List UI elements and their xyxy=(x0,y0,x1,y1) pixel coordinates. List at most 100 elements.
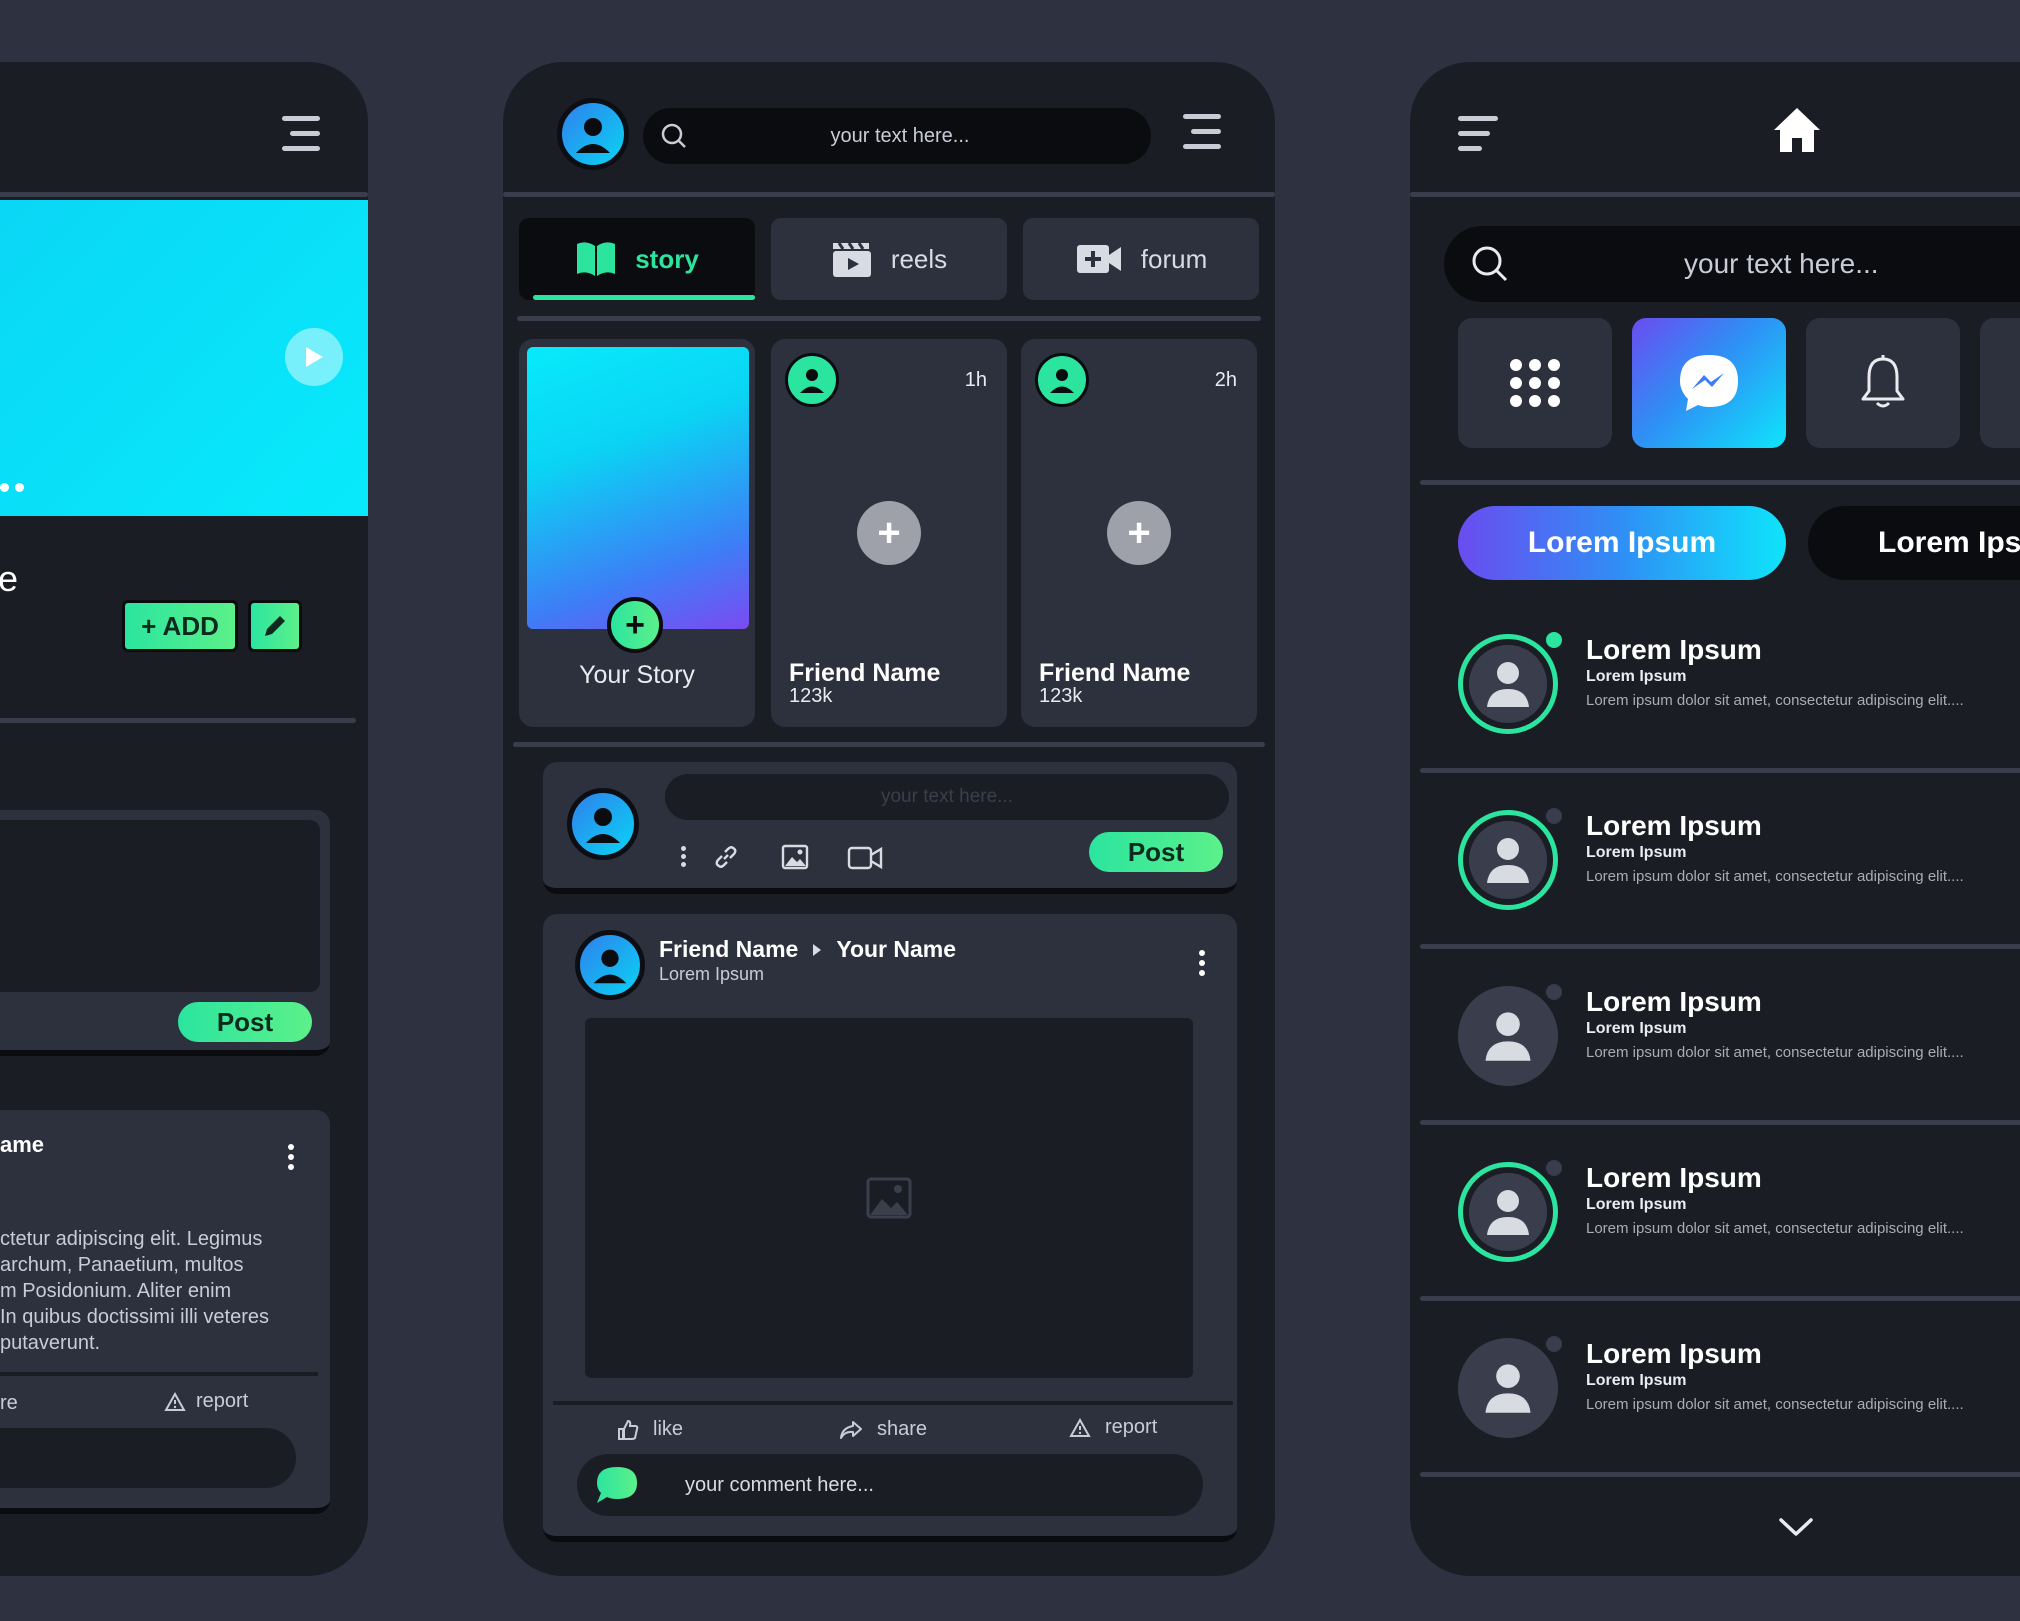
chat-title: Lorem Ipsum xyxy=(1586,1338,1762,1369)
right-phone-screen: your text here... Lorem Ipsum Lorem Ips … xyxy=(1410,62,2020,1576)
offline-status-dot xyxy=(1546,984,1562,1000)
search-placeholder: your text here... xyxy=(1684,248,1879,279)
add-icon[interactable]: + xyxy=(1107,501,1171,565)
comment-input[interactable]: your comment here... xyxy=(577,1454,1203,1516)
like-action[interactable]: like xyxy=(617,1418,683,1441)
story-preview xyxy=(527,347,749,629)
post-author[interactable]: Friend Name xyxy=(659,936,798,963)
offline-status-dot xyxy=(1546,1336,1562,1352)
chat-message: Lorem ipsum dolor sit amet, consectetur … xyxy=(1586,1220,1964,1237)
link-icon[interactable] xyxy=(713,844,739,870)
chat-list-item[interactable]: Lorem Ipsum Lorem Ipsum Lorem ipsum dolo… xyxy=(1458,784,2020,959)
report-action[interactable]: report xyxy=(164,1390,248,1413)
play-icon[interactable] xyxy=(285,328,343,386)
composer-text-area[interactable] xyxy=(0,820,320,992)
search-placeholder: your text here... xyxy=(830,124,970,147)
chat-title: Lorem Ipsum xyxy=(1586,634,1762,665)
tab-reels[interactable]: reels xyxy=(771,218,1007,300)
post-subtitle: Lorem Ipsum xyxy=(659,964,765,984)
more-button[interactable] xyxy=(1980,318,2020,448)
grid-icon xyxy=(1510,359,1560,407)
chat-subtitle: Lorem Ipsum xyxy=(1586,1020,1687,1037)
filter-pill[interactable]: Lorem Ips xyxy=(1808,506,2020,580)
post-button[interactable]: Post xyxy=(178,1002,312,1042)
left-phone-screen: e + ADD Post ame ctetur adipiscing elit.… xyxy=(0,62,368,1576)
chat-list-item[interactable]: Lorem Ipsum Lorem Ipsum Lorem ipsum dolo… xyxy=(1458,1136,2020,1311)
more-options-icon[interactable] xyxy=(681,846,686,867)
post-button[interactable]: Post xyxy=(1089,832,1223,872)
contact-avatar xyxy=(1458,634,1558,734)
clapper-icon xyxy=(832,242,871,277)
post-author-fragment: ame xyxy=(0,1132,45,1157)
feed-post-card: Friend Name Your Name Lorem Ipsum like s… xyxy=(543,914,1237,1542)
composer-input[interactable]: your text here... xyxy=(665,774,1229,820)
thumbs-up-icon xyxy=(618,1419,639,1440)
post-image-placeholder[interactable] xyxy=(585,1018,1193,1378)
pencil-icon[interactable] xyxy=(248,600,302,652)
chat-title: Lorem Ipsum xyxy=(1586,986,1762,1017)
report-action[interactable]: report xyxy=(1069,1416,1157,1439)
contact-avatar xyxy=(1458,1162,1558,1262)
filter-pill-active[interactable]: Lorem Ipsum xyxy=(1458,506,1786,580)
book-icon xyxy=(577,242,616,276)
warning-icon xyxy=(164,1391,186,1411)
offline-status-dot xyxy=(1546,808,1562,824)
warning-icon xyxy=(1069,1417,1091,1437)
messenger-icon xyxy=(1680,355,1738,411)
avatar[interactable] xyxy=(557,98,629,170)
share-action[interactable]: share xyxy=(839,1418,927,1441)
messenger-button[interactable] xyxy=(1632,318,1786,448)
chat-message: Lorem ipsum dolor sit amet, consectetur … xyxy=(1586,1044,1964,1061)
chat-subtitle: Lorem Ipsum xyxy=(1586,844,1687,861)
search-icon xyxy=(661,123,686,148)
share-action-fragment[interactable]: re xyxy=(0,1392,18,1415)
more-options-icon[interactable] xyxy=(1199,950,1205,976)
more-options-icon[interactable] xyxy=(288,1144,294,1170)
tab-story[interactable]: story xyxy=(519,218,755,300)
chat-list-item[interactable]: Lorem Ipsum Lorem Ipsum Lorem ipsum dolo… xyxy=(1458,1312,2020,1487)
chat-list-item[interactable]: Lorem Ipsum Lorem Ipsum Lorem ipsum dolo… xyxy=(1458,960,2020,1135)
notifications-button[interactable] xyxy=(1806,318,1960,448)
post-target[interactable]: Your Name xyxy=(836,936,956,963)
image-icon xyxy=(866,1177,912,1219)
video-icon[interactable] xyxy=(847,846,883,870)
chat-list-item[interactable]: Lorem Ipsum Lorem Ipsum Lorem ipsum dolo… xyxy=(1458,608,2020,783)
profile-title-fragment: e xyxy=(0,558,19,599)
offline-status-dot xyxy=(1546,1160,1562,1176)
your-story-label: Your Story xyxy=(579,661,695,689)
post-header: Friend Name Your Name xyxy=(659,936,956,963)
friend-count: 123k xyxy=(789,685,833,707)
chat-title: Lorem Ipsum xyxy=(1586,810,1762,841)
friend-name: Friend Name xyxy=(789,659,941,687)
friend-avatar xyxy=(1035,353,1089,407)
menu-icon[interactable] xyxy=(282,116,320,161)
your-story-card[interactable]: + Your Story xyxy=(519,339,755,727)
post-card: ame ctetur adipiscing elit. Legimus arch… xyxy=(0,1110,330,1514)
apps-grid-button[interactable] xyxy=(1458,318,1612,448)
comment-field[interactable] xyxy=(0,1428,296,1488)
center-phone-screen: your text here... story reels forum + Yo… xyxy=(503,62,1275,1576)
home-icon[interactable] xyxy=(1772,106,1822,154)
add-icon[interactable]: + xyxy=(857,501,921,565)
add-story-icon[interactable]: + xyxy=(607,597,663,653)
image-icon[interactable] xyxy=(781,844,809,870)
menu-icon[interactable] xyxy=(1458,116,1498,161)
share-icon xyxy=(840,1420,862,1439)
chevron-down-icon[interactable] xyxy=(1778,1516,1814,1538)
search-input[interactable]: your text here... xyxy=(1444,226,2020,302)
search-input[interactable]: your text here... xyxy=(643,108,1151,164)
post-text: ctetur adipiscing elit. Legimus archum, … xyxy=(0,1228,269,1354)
menu-icon[interactable] xyxy=(1183,114,1221,159)
friend-story-card[interactable]: 1h + Friend Name 123k xyxy=(771,339,1007,727)
chat-subtitle: Lorem Ipsum xyxy=(1586,668,1687,685)
friend-story-card[interactable]: 2h + Friend Name 123k xyxy=(1021,339,1257,727)
avatar[interactable] xyxy=(575,930,645,1000)
chat-title: Lorem Ipsum xyxy=(1586,1162,1762,1193)
comment-placeholder: your comment here... xyxy=(685,1473,874,1496)
avatar xyxy=(567,788,639,860)
tab-forum[interactable]: forum xyxy=(1023,218,1259,300)
chat-subtitle: Lorem Ipsum xyxy=(1586,1196,1687,1213)
friend-count: 123k xyxy=(1039,685,1083,707)
add-button[interactable]: + ADD xyxy=(122,600,238,652)
composer-placeholder: your text here... xyxy=(880,786,1013,807)
